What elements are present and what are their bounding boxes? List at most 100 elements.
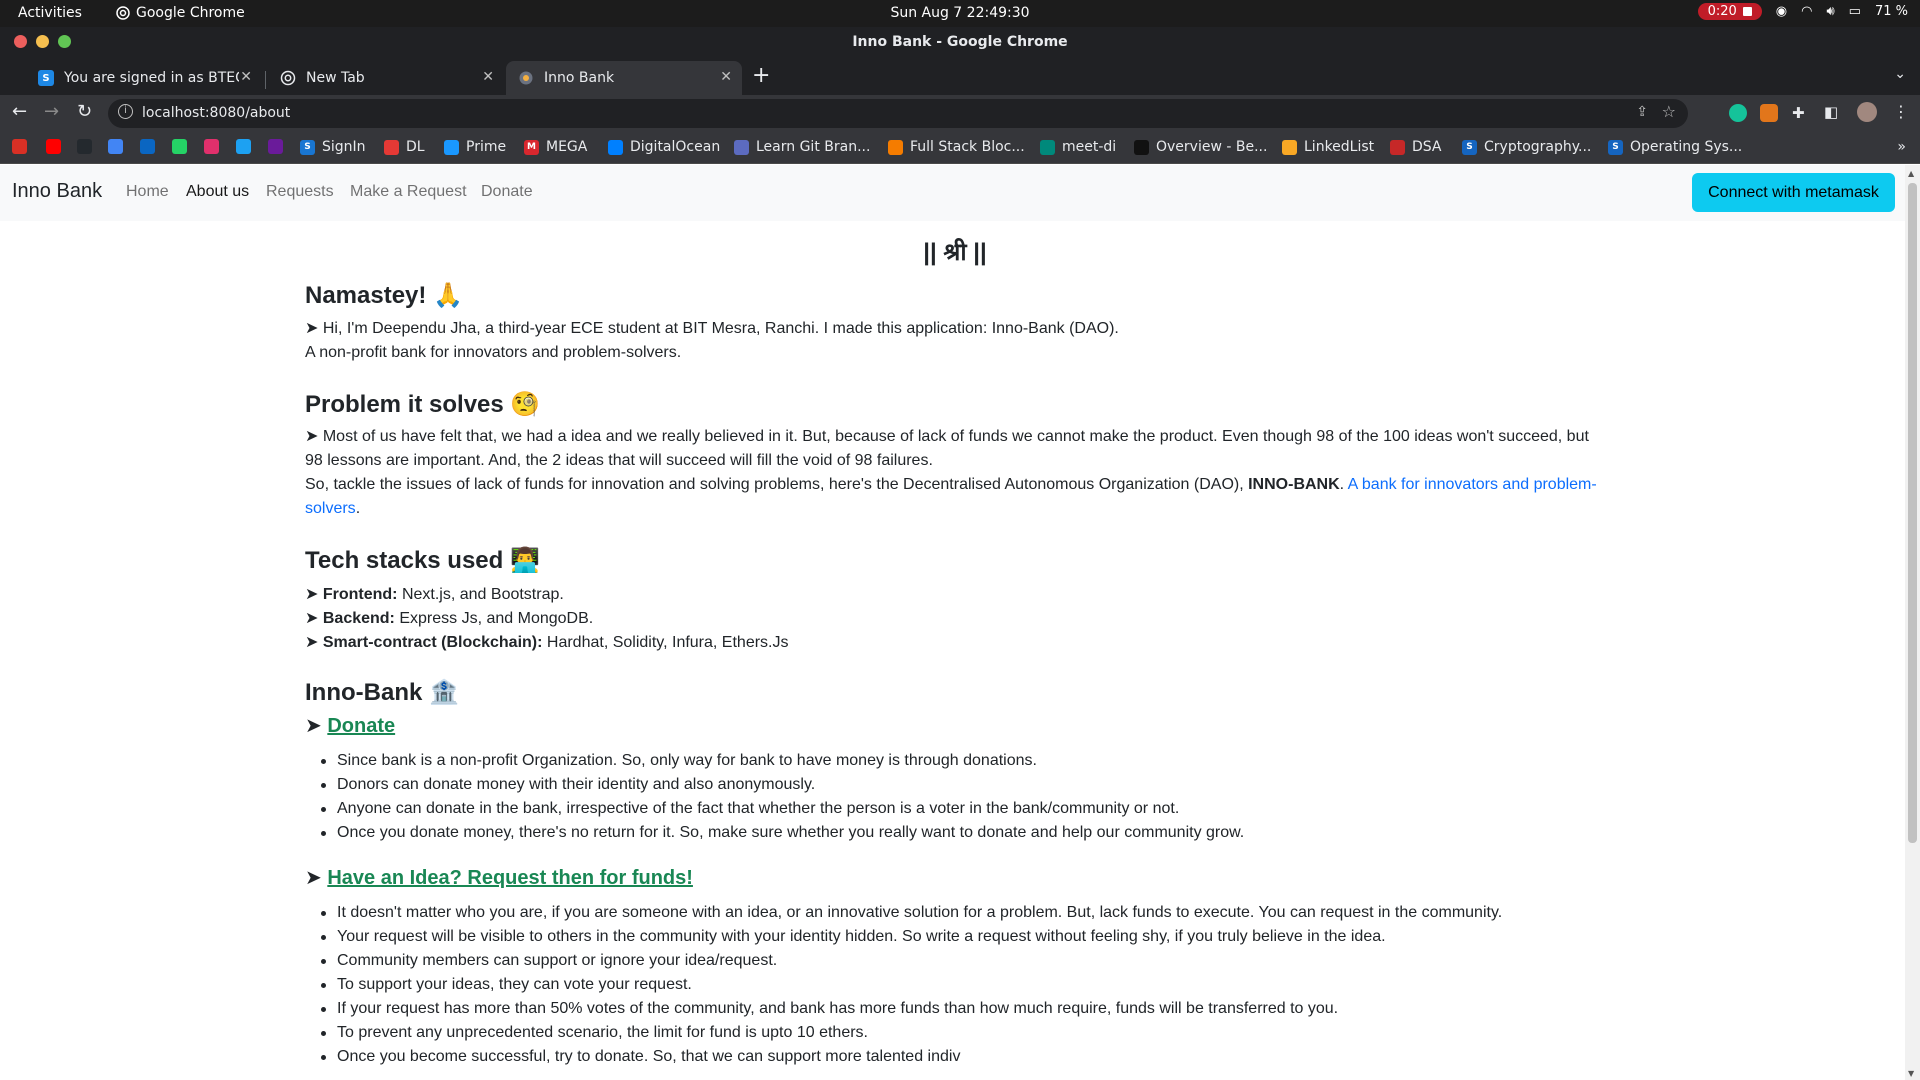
tab-label: You are signed in as BTEC xyxy=(64,70,239,86)
discord-icon[interactable]: ◉ xyxy=(1776,4,1787,19)
bookmark-docs[interactable] xyxy=(108,139,123,154)
list-item: Anyone can donate in the bank, irrespect… xyxy=(305,797,1244,821)
reload-icon[interactable]: ↻ xyxy=(77,101,92,122)
bookmark-prime[interactable]: Prime xyxy=(444,139,506,155)
nav-link-make-request[interactable]: Make a Request xyxy=(350,183,467,201)
metamask-fox-icon[interactable] xyxy=(1760,104,1778,122)
nav-link-home[interactable]: Home xyxy=(126,183,169,201)
address-bar[interactable]: i localhost:8080/about ⇪ ☆ xyxy=(108,99,1688,128)
tech-frontend: ➤ Frontend: Next.js, and Bootstrap. xyxy=(305,586,564,603)
list-item: Once you donate money, there's no return… xyxy=(305,821,1244,845)
tab-inno-bank[interactable]: Inno Bank ✕ xyxy=(506,61,742,95)
extensions-puzzle-icon[interactable]: ✚ xyxy=(1792,104,1805,122)
new-tab-button[interactable]: + xyxy=(752,63,770,88)
side-panel-icon[interactable]: ◧ xyxy=(1824,103,1838,121)
list-item: Once you become successful, try to donat… xyxy=(305,1045,1502,1069)
nav-link-donate[interactable]: Donate xyxy=(481,183,533,201)
bookmark-full-stack-bloc[interactable]: Full Stack Bloc... xyxy=(888,139,1025,155)
scrollbar-thumb[interactable] xyxy=(1908,183,1917,843)
connect-metamask-button[interactable]: Connect with metamask xyxy=(1692,173,1895,212)
tab-search-chevron-down-icon[interactable]: ⌄ xyxy=(1894,66,1906,82)
namastey-heading: Namastey! 🙏 xyxy=(305,282,463,309)
volume-icon: 🔊︎ xyxy=(1826,4,1835,19)
linkedin-icon xyxy=(140,139,155,154)
bookmark-operating-sys[interactable]: S Operating Sys... xyxy=(1608,139,1742,155)
site-info-icon[interactable]: i xyxy=(118,104,133,119)
bookmark-label: Learn Git Bran... xyxy=(756,139,871,155)
tab-new-tab[interactable]: New Tab ✕ xyxy=(268,61,504,95)
bookmark-whatsapp[interactable] xyxy=(172,139,187,154)
kebab-menu-icon[interactable]: ⋮ xyxy=(1893,102,1909,121)
bookmark-favicon-icon: S xyxy=(300,139,315,155)
more-bookmarks-chevron-icon[interactable]: » xyxy=(1897,139,1906,155)
list-item: It doesn't matter who you are, if you ar… xyxy=(305,901,1502,925)
tech-stack-heading: Tech stacks used 👨‍💻 xyxy=(305,547,540,574)
window-title: Inno Bank - Google Chrome xyxy=(852,34,1068,50)
donate-link[interactable]: Donate xyxy=(327,715,395,737)
site-navbar: Inno Bank Home About us Requests Make a … xyxy=(0,165,1905,221)
bookmark-linkedin[interactable] xyxy=(140,139,155,154)
bookmark-github[interactable] xyxy=(77,139,92,154)
brand-logo[interactable]: Inno Bank xyxy=(12,180,102,203)
system-tray[interactable]: 0:20 ◉ ◠ 🔊︎ ▭ 71 % xyxy=(1697,3,1908,20)
grammarly-icon[interactable] xyxy=(1729,104,1747,122)
idea-list: It doesn't matter who you are, if you ar… xyxy=(305,901,1502,1069)
tab-signed-in[interactable]: S You are signed in as BTEC ✕ xyxy=(26,61,262,95)
bookmark-label: Operating Sys... xyxy=(1630,139,1743,155)
page-scrollbar[interactable]: ▲ ▼ xyxy=(1905,165,1920,1080)
problem-heading: Problem it solves 🧐 xyxy=(305,391,541,418)
bookmark-gmail[interactable] xyxy=(12,139,27,154)
bookmark-mega[interactable]: M MEGA xyxy=(524,139,587,155)
bookmark-dsa[interactable]: DSA xyxy=(1390,139,1442,155)
bookmark-star-icon[interactable]: ☆ xyxy=(1662,102,1676,121)
list-item: Since bank is a non-profit Organization.… xyxy=(305,749,1244,773)
nav-link-requests[interactable]: Requests xyxy=(266,183,334,201)
share-icon[interactable]: ⇪ xyxy=(1636,104,1648,120)
scroll-up-arrow-icon[interactable]: ▲ xyxy=(1908,169,1914,178)
bookmark-dl[interactable]: DL xyxy=(384,139,425,155)
idea-subheading: ➤ Have an Idea? Request then for funds! xyxy=(305,867,693,889)
smart-contract-value: Hardhat, Solidity, Infura, Ethers.Js xyxy=(542,634,789,651)
close-tab-icon[interactable]: ✕ xyxy=(240,69,252,85)
solution-sep: . xyxy=(1339,476,1348,493)
request-funds-link[interactable]: Have an Idea? Request then for funds! xyxy=(327,867,693,889)
do-icon xyxy=(608,139,623,155)
docs-icon xyxy=(108,139,123,154)
bookmark-cryptography[interactable]: S Cryptography... xyxy=(1462,139,1591,155)
list-item: Your request will be visible to others i… xyxy=(305,925,1502,949)
profile-avatar[interactable] xyxy=(1857,102,1877,122)
bookmark-meet-di[interactable]: meet-di xyxy=(1040,139,1116,155)
frontend-value: Next.js, and Bootstrap. xyxy=(397,586,564,603)
instagram-icon xyxy=(204,139,219,154)
url-text[interactable]: localhost:8080/about xyxy=(142,105,290,121)
battery-icon: ▭ xyxy=(1848,4,1861,19)
tab-strip: S You are signed in as BTEC ✕ New Tab ✕ … xyxy=(0,57,1920,95)
bookmark-instagram[interactable] xyxy=(204,139,219,154)
bookmark-learn-git-bran[interactable]: Learn Git Bran... xyxy=(734,139,870,155)
back-arrow-icon[interactable]: ← xyxy=(12,101,27,122)
forward-arrow-icon[interactable]: → xyxy=(44,101,59,122)
bookmark-overview-be[interactable]: Overview - Be... xyxy=(1134,139,1267,155)
bookmark-label: DL xyxy=(406,139,425,155)
close-tab-icon[interactable]: ✕ xyxy=(482,69,494,85)
list-item: To support your ideas, they can vote you… xyxy=(305,973,1502,997)
clock[interactable]: Sun Aug 7 22:49:30 xyxy=(0,5,1920,21)
bookmark-linkedlist[interactable]: LinkedList xyxy=(1282,139,1374,155)
fs-icon xyxy=(888,139,903,155)
scroll-down-arrow-icon[interactable]: ▼ xyxy=(1908,1069,1914,1078)
gmail-icon xyxy=(12,139,27,154)
system-top-bar: Activities Google Chrome Sun Aug 7 22:49… xyxy=(0,0,1920,27)
whatsapp-icon xyxy=(172,139,187,154)
prime-icon xyxy=(444,139,459,155)
bookmark-label: Full Stack Bloc... xyxy=(910,139,1025,155)
tech-smart-contract: ➤ Smart-contract (Blockchain): Hardhat, … xyxy=(305,634,789,651)
bookmark-youtube[interactable] xyxy=(46,139,61,154)
bookmark-signin[interactable]: S SignIn xyxy=(300,139,366,155)
nav-link-about[interactable]: About us xyxy=(186,183,249,201)
bookmark-twitter[interactable] xyxy=(236,139,251,154)
bookmark-digitalocean[interactable]: DigitalOcean xyxy=(608,139,720,155)
screen-recording-indicator[interactable]: 0:20 xyxy=(1697,3,1762,20)
close-tab-icon[interactable]: ✕ xyxy=(720,69,732,85)
bookmark-unknown[interactable] xyxy=(268,139,283,154)
battery-level: 71 % xyxy=(1874,4,1908,19)
